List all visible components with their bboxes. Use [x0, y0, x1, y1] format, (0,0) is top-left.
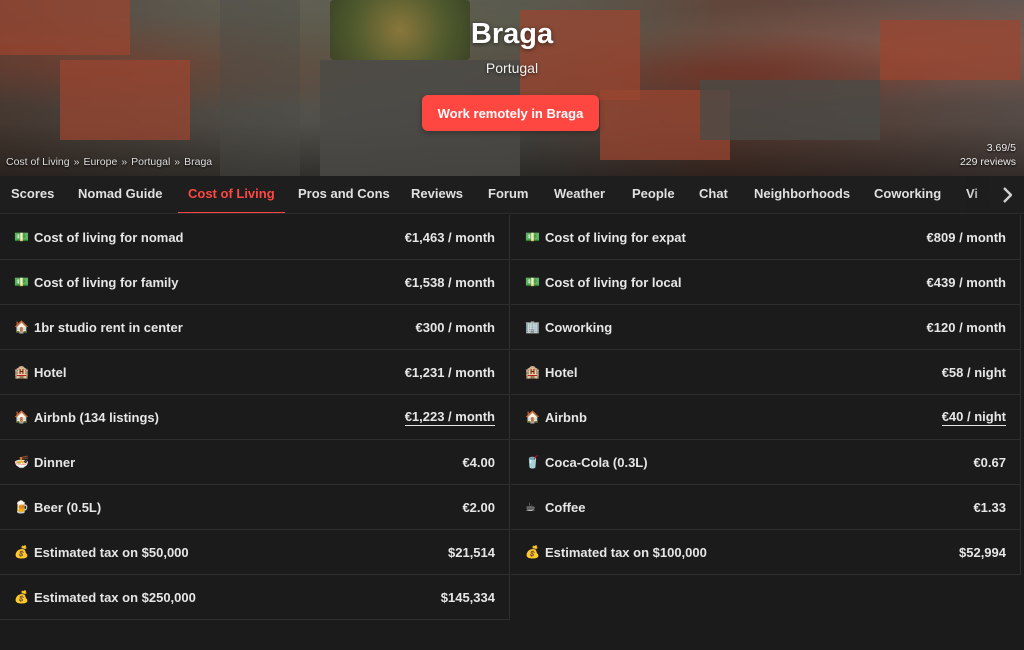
cost-value: €1,231 / month — [404, 364, 495, 380]
breadcrumb-item[interactable]: Portugal — [131, 156, 170, 168]
country-subtitle: Portugal — [485, 60, 539, 76]
breadcrumb-separator: » — [121, 156, 128, 168]
breadcrumb-item[interactable]: Cost of Living — [6, 156, 70, 168]
tab-neighborhoods[interactable]: Neighborhoods — [754, 176, 850, 213]
tab-chat[interactable]: Chat — [699, 176, 728, 213]
cost-value: €439 / month — [926, 274, 1006, 290]
tab-forum[interactable]: Forum — [488, 176, 528, 213]
money-bag-icon: 💰 — [14, 545, 29, 559]
cost-row: 🏠 1br studio rent in center €300 / month — [0, 305, 510, 350]
cost-value: €4.00 — [462, 454, 495, 470]
money-bag-icon: 💰 — [525, 545, 540, 559]
banknote-icon: 💵 — [14, 275, 29, 289]
tab-cost-of-living[interactable]: Cost of Living — [178, 176, 285, 213]
cost-label: Coca-Cola (0.3L) — [545, 454, 648, 470]
breadcrumb-item[interactable]: Braga — [184, 156, 212, 168]
cost-row: 💵 Cost of living for nomad €1,463 / month — [0, 215, 510, 260]
cost-row: 🏢 Coworking €120 / month — [511, 305, 1021, 350]
hero-banner: Braga Portugal Work remotely in Braga Co… — [0, 0, 1024, 176]
tab-weather[interactable]: Weather — [554, 176, 605, 213]
cost-label: Cost of living for family — [34, 274, 179, 290]
rating-summary[interactable]: 3.69/5 229 reviews — [960, 141, 1016, 169]
cost-value: €2.00 — [462, 499, 495, 515]
tab-nomad-guide[interactable]: Nomad Guide — [78, 176, 163, 213]
cost-row: 🏨 Hotel €1,231 / month — [0, 350, 510, 395]
coffee-icon: ☕ — [525, 500, 536, 514]
tab-bar: Scores Nomad Guide Cost of Living Pros a… — [0, 176, 1024, 214]
cost-row: ☕ Coffee €1.33 — [511, 485, 1021, 530]
cost-row: 🏨 Hotel €58 / night — [511, 350, 1021, 395]
banknote-icon: 💵 — [525, 230, 540, 244]
beer-icon: 🍺 — [14, 500, 29, 514]
cost-value: €809 / month — [926, 229, 1006, 245]
money-bag-icon: 💰 — [14, 590, 29, 604]
banknote-icon: 💵 — [14, 230, 29, 244]
cost-label: Estimated tax on $250,000 — [34, 589, 196, 605]
cost-value: €58 / night — [941, 364, 1006, 380]
tab-reviews[interactable]: Reviews — [411, 176, 463, 213]
office-icon: 🏢 — [525, 320, 540, 334]
cost-value: €300 / month — [415, 319, 495, 335]
cost-value: €1.33 — [973, 499, 1006, 515]
cost-value: $52,994 — [959, 544, 1006, 560]
cost-row: 💰 Estimated tax on $250,000 $145,334 — [0, 575, 510, 620]
cost-value: €120 / month — [926, 319, 1006, 335]
cost-row: 💵 Cost of living for expat €809 / month — [511, 215, 1021, 260]
cost-row: 💰 Estimated tax on $100,000 $52,994 — [511, 530, 1021, 575]
house-icon: 🏠 — [14, 320, 29, 334]
cost-label: Coworking — [545, 319, 613, 335]
cost-row: 💵 Cost of living for family €1,538 / mont… — [0, 260, 510, 305]
hotel-icon: 🏨 — [525, 365, 540, 379]
chevron-right-icon — [1003, 187, 1012, 203]
tabs-scroll-right-button[interactable] — [990, 176, 1024, 213]
breadcrumb-item[interactable]: Europe — [83, 156, 117, 168]
breadcrumb-separator: » — [174, 156, 181, 168]
cost-value: $145,334 — [440, 589, 495, 605]
soda-icon: 🥤 — [525, 455, 540, 469]
review-count: 229 reviews — [959, 156, 1016, 168]
cost-row: 💰 Estimated tax on $50,000 $21,514 — [0, 530, 510, 575]
cost-label: Estimated tax on $50,000 — [34, 544, 189, 560]
cost-value: €1,463 / month — [404, 229, 495, 245]
cost-label: Cost of living for local — [545, 274, 682, 290]
cost-row: 🍺 Beer (0.5L) €2.00 — [0, 485, 510, 530]
cost-label: Coffee — [545, 499, 586, 515]
cost-label: Estimated tax on $100,000 — [545, 544, 707, 560]
cost-label: Airbnb — [545, 409, 587, 425]
banknote-icon: 💵 — [525, 275, 540, 289]
work-remotely-button[interactable]: Work remotely in Braga — [422, 95, 599, 131]
cost-label: Hotel — [34, 364, 67, 380]
cost-label: Beer (0.5L) — [34, 499, 102, 515]
cost-label: Hotel — [545, 364, 578, 380]
cost-label: Dinner — [34, 454, 76, 470]
tab-people[interactable]: People — [632, 176, 675, 213]
hero-photo-building — [700, 80, 880, 140]
cost-row: 🏠 Airbnb (134 listings) €1,223 / month — [0, 395, 510, 440]
cost-row: 💵 Cost of living for local €439 / month — [511, 260, 1021, 305]
cost-value: €1,538 / month — [404, 274, 495, 290]
cost-label: Cost of living for nomad — [34, 229, 184, 245]
cost-label: 1br studio rent in center — [34, 319, 183, 335]
airbnb-month-link[interactable]: €1,223 / month — [404, 409, 495, 426]
cost-row: 🍜 Dinner €4.00 — [0, 440, 510, 485]
tab-pros-and-cons[interactable]: Pros and Cons — [298, 176, 390, 213]
cost-label: Airbnb (134 listings) — [34, 409, 159, 425]
tab-video[interactable]: Vi — [966, 176, 978, 213]
house-icon: 🏠 — [525, 410, 540, 424]
airbnb-night-link[interactable]: €40 / night — [941, 409, 1006, 426]
cost-value: €0.67 — [973, 454, 1006, 470]
city-title: Braga — [470, 18, 554, 50]
cost-label: Cost of living for expat — [545, 229, 686, 245]
tab-coworking[interactable]: Coworking — [874, 176, 941, 213]
tab-scores[interactable]: Scores — [11, 176, 54, 213]
breadcrumb: Cost of Living» Europe» Portugal» Braga — [4, 156, 214, 168]
rating-score: 3.69/5 — [986, 142, 1016, 154]
hotel-icon: 🏨 — [14, 365, 29, 379]
house-icon: 🏠 — [14, 410, 29, 424]
cost-row: 🏠 Airbnb €40 / night — [511, 395, 1021, 440]
cost-value: $21,514 — [448, 544, 495, 560]
cost-row: 🥤 Coca-Cola (0.3L) €0.67 — [511, 440, 1021, 485]
breadcrumb-separator: » — [73, 156, 80, 168]
dinner-icon: 🍜 — [14, 455, 29, 469]
